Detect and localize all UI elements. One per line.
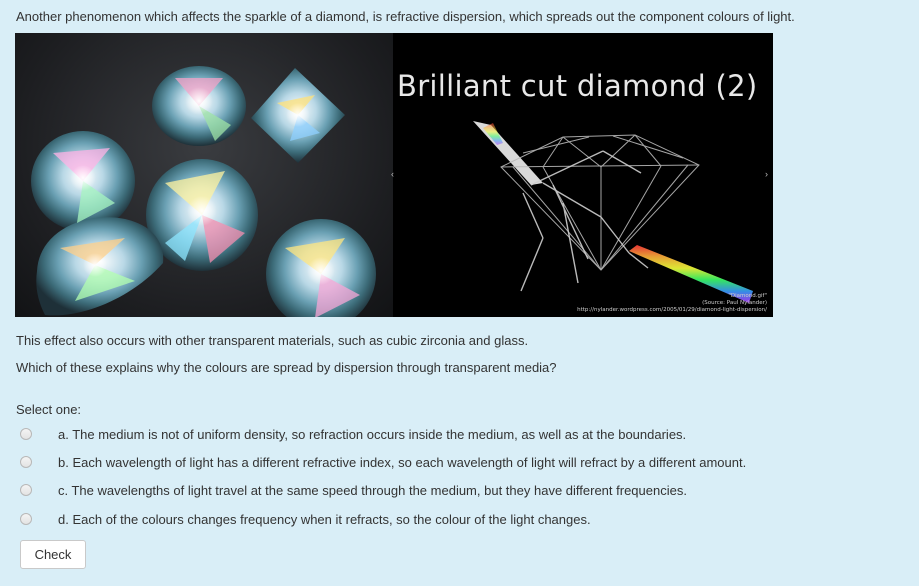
- question-intro: Another phenomenon which affects the spa…: [16, 9, 795, 24]
- incoming-beam: [473, 121, 543, 185]
- question-paragraph-1: This effect also occurs with other trans…: [16, 333, 529, 348]
- caption-line-2: (Source: Paul Nylander): [702, 300, 767, 306]
- radio-a[interactable]: [20, 428, 32, 440]
- caption-line-3: http://nylander.wordpress.com/2005/01/29…: [577, 307, 767, 313]
- answer-label-c[interactable]: c. The wavelengths of light travel at th…: [58, 483, 687, 498]
- check-button[interactable]: Check: [20, 540, 86, 569]
- select-one-label: Select one:: [16, 402, 82, 417]
- slide-title: Brilliant cut diamond (2): [397, 69, 758, 103]
- answer-label-b[interactable]: b. Each wavelength of light has a differ…: [58, 455, 746, 470]
- radio-b[interactable]: [20, 456, 32, 468]
- radio-d[interactable]: [20, 513, 32, 525]
- diamond-wireframe: [500, 134, 700, 271]
- diamonds-photo: [15, 33, 393, 317]
- answer-label-a[interactable]: a. The medium is not of uniform density,…: [58, 427, 686, 442]
- question-paragraph-2: Which of these explains why the colours …: [16, 360, 557, 375]
- radio-c[interactable]: [20, 484, 32, 496]
- slide-caption: "Diamond.gif" (Source: Paul Nylander) ht…: [577, 293, 767, 314]
- slide-prev-arrow[interactable]: ‹: [391, 169, 394, 179]
- diamonds-illustration: [31, 66, 376, 317]
- answer-label-d[interactable]: d. Each of the colours changes frequency…: [58, 512, 591, 527]
- caption-line-1: "Diamond.gif": [728, 293, 767, 299]
- question-images: Brilliant cut diamond (2) ‹ › "Diamond.g…: [15, 33, 773, 317]
- slide-next-arrow[interactable]: ›: [765, 169, 768, 179]
